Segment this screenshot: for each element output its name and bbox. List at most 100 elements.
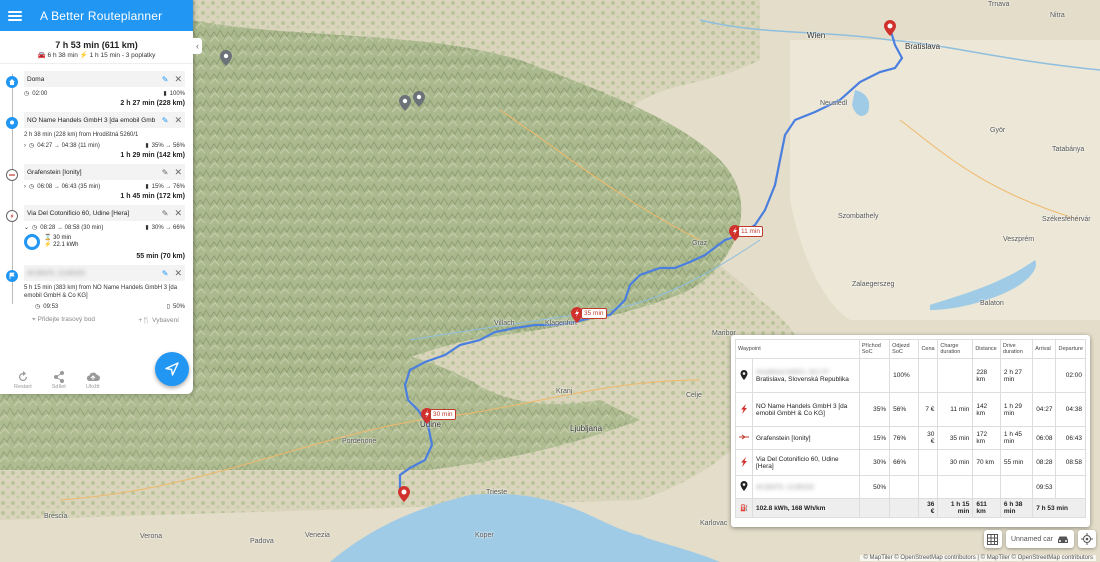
navigate-button[interactable] bbox=[155, 352, 189, 386]
locate-me-button[interactable] bbox=[1078, 530, 1096, 548]
collapse-panel-button[interactable]: ‹ bbox=[193, 38, 202, 54]
table-row: Grafenstein [Ionity] 15% 76% 30 € 35 min… bbox=[735, 426, 1086, 450]
waypoint-cell: 40,65475, 13,85233 bbox=[752, 475, 860, 499]
waypoint-cell: Via Del Cotonificio 60, Udine [Hera] bbox=[752, 449, 860, 476]
charger-bolt-icon bbox=[735, 392, 753, 427]
place-label: Nitra bbox=[1050, 12, 1065, 19]
place-label: Tatabánya bbox=[1052, 146, 1085, 153]
save-button[interactable]: Uložit bbox=[86, 370, 100, 390]
chevron-right-icon[interactable]: › bbox=[24, 143, 26, 149]
place-label: Karlovac bbox=[700, 520, 728, 527]
stop-name: 40,65475, 13,85233 bbox=[27, 269, 85, 277]
charger-bolt-icon bbox=[6, 210, 18, 222]
close-icon[interactable]: ✕ bbox=[174, 74, 182, 85]
col-header: Cena bbox=[918, 339, 939, 359]
leg-duration: 2 h 27 min (228 km) bbox=[120, 100, 185, 107]
clock-icon: ◷ bbox=[29, 184, 35, 190]
add-waypoint-button[interactable]: ⌖ Přidejte trasový bod bbox=[32, 316, 95, 324]
clock-icon: ◷ bbox=[24, 91, 30, 97]
poi-pin-icon[interactable] bbox=[413, 91, 425, 107]
poi-pin-icon[interactable] bbox=[399, 95, 411, 111]
close-icon[interactable]: ✕ bbox=[174, 268, 182, 279]
chevron-right-icon[interactable]: › bbox=[24, 184, 26, 190]
close-icon[interactable]: ✕ bbox=[174, 208, 182, 219]
destination-pin-icon[interactable] bbox=[398, 486, 410, 502]
place-label: Neusiedl bbox=[820, 100, 848, 107]
reset-button[interactable]: Restart bbox=[14, 370, 32, 390]
place-label: Villach bbox=[494, 320, 515, 327]
charge-duration-label: 11 min bbox=[738, 226, 764, 237]
clock-icon: ◷ bbox=[32, 225, 38, 231]
start-pin-icon[interactable] bbox=[884, 20, 896, 36]
place-label: Venezia bbox=[305, 532, 330, 539]
table-summary-row: ⛽ 102.8 kWh, 168 Wh/km 36 € 1 h 15 min 6… bbox=[735, 498, 1086, 518]
stop-header[interactable]: 40,65475, 13,85233 ✎ ✕ bbox=[24, 265, 185, 281]
battery-icon: ▮ bbox=[145, 143, 149, 149]
stop-item: NO Name Handels GmbH 3 [da emobil GmbH ✎… bbox=[0, 112, 193, 161]
place-label: Györ bbox=[990, 127, 1006, 134]
col-header: Charge duration bbox=[937, 339, 974, 359]
col-header: Departure bbox=[1055, 339, 1086, 359]
edit-icon[interactable]: ✎ bbox=[162, 168, 169, 177]
chevron-down-icon[interactable]: ⌄ bbox=[24, 224, 29, 231]
edit-icon[interactable]: ✎ bbox=[162, 209, 169, 218]
stop-item: Via Del Cotonificio 60, Udine [Hera] ✎ ✕… bbox=[0, 205, 193, 262]
stop-name: Grafenstein [Ionity] bbox=[27, 168, 82, 176]
share-button[interactable]: Sdílet bbox=[52, 370, 66, 390]
waypoint-cell: NO Name Handels GmbH 3 [da emobil GmbH &… bbox=[752, 392, 860, 427]
place-label: Kranj bbox=[556, 388, 573, 395]
edit-icon[interactable]: ✎ bbox=[162, 116, 169, 125]
col-header: Waypoint bbox=[735, 339, 860, 359]
stop-header[interactable]: Via Del Cotonificio 60, Udine [Hera] ✎ ✕ bbox=[24, 205, 185, 221]
amenities-button[interactable]: +🍴 Vybavení bbox=[138, 316, 179, 324]
location-pin-icon bbox=[735, 475, 753, 499]
leg-duration: 1 h 29 min (142 km) bbox=[120, 152, 185, 159]
route-summary: 7 h 53 min (611 km) 🚘 6 h 38 min ⚡ 1 h 1… bbox=[0, 31, 193, 64]
amenities-icon: +🍴 bbox=[138, 317, 151, 324]
table-toggle-button[interactable] bbox=[983, 530, 1002, 548]
edit-icon[interactable]: ✎ bbox=[162, 269, 169, 278]
location-pin-icon bbox=[735, 358, 753, 393]
col-header: Odjezd SoC bbox=[889, 339, 920, 359]
place-label: Celje bbox=[686, 392, 702, 399]
ionity-icon bbox=[6, 169, 18, 181]
route-panel: A Better Routeplanner 7 h 53 min (611 km… bbox=[0, 0, 193, 394]
close-icon[interactable]: ✕ bbox=[174, 115, 182, 126]
waypoint-cell: Hrodištná 5260/1, 821 07 Bratislava, Slov… bbox=[752, 358, 860, 393]
place-label: Bratislava bbox=[905, 42, 941, 51]
stop-header[interactable]: Doma ✎ ✕ bbox=[24, 71, 185, 87]
stop-description: 2 h 38 min (228 km) from Hrodištná 5260/… bbox=[24, 132, 139, 138]
battery-icon: ▮ bbox=[163, 91, 167, 97]
place-label: Trieste bbox=[486, 489, 508, 496]
col-header: Příchod SoC bbox=[858, 339, 891, 359]
car-selector-button[interactable]: Unnamed car bbox=[1005, 530, 1074, 548]
table-row: Hrodištná 5260/1, 821 07 Bratislava, Slov… bbox=[735, 358, 1086, 393]
place-label: Brescia bbox=[44, 513, 68, 520]
place-label: Padova bbox=[250, 538, 274, 545]
place-label: Trnava bbox=[988, 1, 1010, 8]
fuel-station-icon: ⛽ bbox=[735, 498, 753, 518]
poi-pin-icon[interactable] bbox=[220, 50, 232, 66]
menu-icon[interactable] bbox=[8, 10, 22, 21]
stop-name: Via Del Cotonificio 60, Udine [Hera] bbox=[27, 209, 130, 217]
table-row: 40,65475, 13,85233 50% 09:53 bbox=[735, 475, 1086, 499]
battery-icon: ▯ bbox=[166, 304, 170, 310]
place-label: Zalaegerszeg bbox=[852, 281, 895, 288]
stop-list: Doma ✎ ✕ ◷ 02:00 ▮ 100% 2 h 27 min (228 … bbox=[0, 64, 193, 310]
charger-location-icon bbox=[6, 117, 18, 129]
place-label: Graz bbox=[692, 240, 708, 247]
leg-duration: 55 min (70 km) bbox=[136, 253, 185, 260]
stop-name: NO Name Handels GmbH 3 [da emobil GmbH bbox=[27, 116, 155, 124]
top-bar: A Better Routeplanner bbox=[0, 0, 193, 31]
place-label: Koper bbox=[475, 532, 494, 539]
stop-header[interactable]: NO Name Handels GmbH 3 [da emobil GmbH ✎… bbox=[24, 112, 185, 128]
close-icon[interactable]: ✕ bbox=[174, 167, 182, 178]
hourglass-icon: ⌛ bbox=[44, 235, 52, 241]
stop-item: Doma ✎ ✕ ◷ 02:00 ▮ 100% 2 h 27 min (228 … bbox=[0, 71, 193, 109]
app-title: A Better Routeplanner bbox=[40, 8, 163, 23]
table-row: NO Name Handels GmbH 3 [da emobil GmbH &… bbox=[735, 392, 1086, 427]
stop-description: 5 h 15 min (383 km) from NO Name Handels… bbox=[24, 285, 178, 299]
stop-header[interactable]: Grafenstein [Ionity] ✎ ✕ bbox=[24, 164, 185, 180]
battery-icon: ▮ bbox=[145, 184, 149, 190]
edit-icon[interactable]: ✎ bbox=[162, 75, 169, 84]
